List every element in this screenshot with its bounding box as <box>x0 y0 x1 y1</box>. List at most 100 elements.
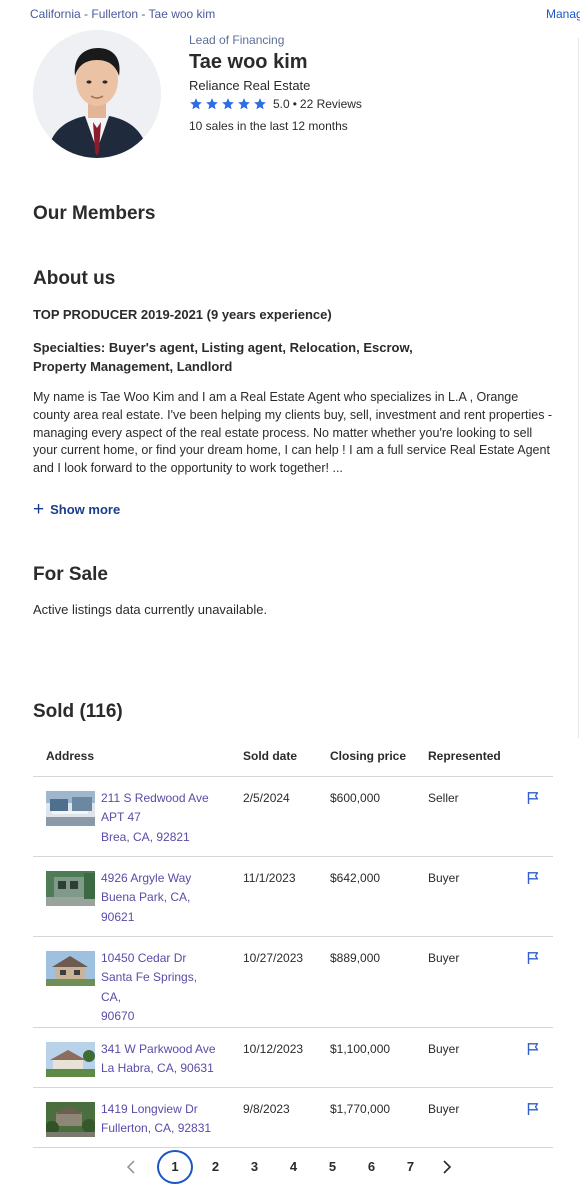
agent-avatar <box>33 30 161 158</box>
address-line: Brea, CA, 92821 <box>101 829 190 844</box>
column-represented[interactable]: Represented <box>428 742 526 777</box>
prev-page-button[interactable] <box>120 1150 142 1184</box>
sold-date: 2/5/2024 <box>243 776 330 857</box>
property-thumbnail[interactable] <box>46 1101 95 1137</box>
about-bio: My name is Tae Woo Kim and I am a Real E… <box>33 390 553 476</box>
sold-heading: Sold (116) <box>33 701 123 722</box>
address-line: APT 47 <box>101 810 141 824</box>
pagination: 1 2 3 4 5 6 7 <box>120 1150 458 1184</box>
address-line: 90621 <box>101 909 135 924</box>
agent-name: Tae woo kim <box>189 51 308 73</box>
flag-icon[interactable] <box>526 1042 540 1056</box>
sold-date: 10/12/2023 <box>243 1027 330 1088</box>
manage-link[interactable]: Manag <box>546 7 580 21</box>
flag-icon[interactable] <box>526 951 540 965</box>
property-thumbnail[interactable] <box>46 790 95 826</box>
page-2-button[interactable]: 2 <box>196 1150 235 1184</box>
sold-table: Address Sold date Closing price Represen… <box>33 742 553 1148</box>
table-row[interactable]: 10450 Cedar Dr Santa Fe Springs, CA, 906… <box>33 936 553 1028</box>
column-address[interactable]: Address <box>33 742 243 777</box>
property-thumbnail[interactable] <box>46 1041 95 1077</box>
producer-badge-text: TOP PRODUCER 2019-2021 (9 years experien… <box>33 307 332 322</box>
page-6-button[interactable]: 6 <box>352 1150 391 1184</box>
breadcrumb: California - Fullerton - Tae woo kim <box>30 7 215 21</box>
address-line: La Habra, CA, 90631 <box>101 1061 214 1075</box>
represented: Seller <box>428 776 526 857</box>
closing-price: $642,000 <box>330 856 428 937</box>
column-sold-date[interactable]: Sold date <box>243 742 330 777</box>
represented: Buyer <box>428 856 526 937</box>
table-row[interactable]: 211 S Redwood Ave APT 47 Brea, CA, 92821… <box>33 776 553 857</box>
flag-icon[interactable] <box>526 791 540 805</box>
star-icon <box>238 98 250 110</box>
sold-date: 10/27/2023 <box>243 936 330 1028</box>
for-sale-heading: For Sale <box>33 564 108 585</box>
flag-icon[interactable] <box>526 871 540 885</box>
address-link[interactable]: 341 W Parkwood Ave La Habra, CA, 90631 <box>101 1040 219 1079</box>
page-3-button[interactable]: 3 <box>235 1150 274 1184</box>
flag-cell <box>526 936 553 1028</box>
address-link[interactable]: 10450 Cedar Dr Santa Fe Springs, CA, 906… <box>101 949 219 1027</box>
property-thumbnail[interactable] <box>46 870 95 906</box>
address-cell: 341 W Parkwood Ave La Habra, CA, 90631 <box>33 1027 243 1088</box>
represented: Buyer <box>428 1087 526 1148</box>
address-line: 10450 Cedar Dr <box>101 950 187 965</box>
show-more-button[interactable]: + Show more <box>33 498 121 520</box>
address-line: 90670 <box>101 1009 135 1023</box>
breadcrumb-separator: - <box>80 7 92 21</box>
reviews-link[interactable]: 22 Reviews <box>300 97 362 111</box>
property-thumbnail[interactable] <box>46 950 95 986</box>
flag-cell <box>526 1087 553 1148</box>
column-closing-price[interactable]: Closing price <box>330 742 428 777</box>
star-icon <box>254 98 266 110</box>
page-5-button[interactable]: 5 <box>313 1150 352 1184</box>
closing-price: $1,770,000 <box>330 1087 428 1148</box>
about-heading: About us <box>33 268 116 289</box>
breadcrumb-agent: Tae woo kim <box>148 7 216 21</box>
chevron-right-icon <box>443 1160 452 1174</box>
represented: Buyer <box>428 936 526 1028</box>
closing-price: $889,000 <box>330 936 428 1028</box>
plus-icon: + <box>33 498 45 520</box>
rating-separator: • <box>292 97 297 111</box>
specialties-line-1: Specialties: Buyer's agent, Listing agen… <box>33 340 413 355</box>
address-link[interactable]: 211 S Redwood Ave APT 47 Brea, CA, 92821 <box>101 789 219 848</box>
column-flag <box>526 742 553 777</box>
sold-date: 9/8/2023 <box>243 1087 330 1148</box>
address-cell: 10450 Cedar Dr Santa Fe Springs, CA, 906… <box>33 936 243 1028</box>
for-sale-message: Active listings data currently unavailab… <box>33 602 268 617</box>
address-line: 341 W Parkwood Ave <box>101 1041 216 1056</box>
agent-rating[interactable]: 5.0 • 22 Reviews <box>189 97 362 111</box>
table-row[interactable]: 1419 Longview Dr Fullerton, CA, 92831 9/… <box>33 1087 553 1148</box>
address-line: Fullerton, CA, 92831 <box>101 1121 212 1135</box>
flag-cell <box>526 776 553 857</box>
flag-cell <box>526 1027 553 1088</box>
page-7-button[interactable]: 7 <box>391 1150 430 1184</box>
members-heading: Our Members <box>33 203 156 224</box>
next-page-button[interactable] <box>436 1150 458 1184</box>
rating-value: 5.0 <box>273 97 290 111</box>
rating-stars <box>189 97 267 111</box>
page-1-button[interactable]: 1 <box>157 1150 193 1184</box>
address-cell: 1419 Longview Dr Fullerton, CA, 92831 <box>33 1087 243 1148</box>
represented: Buyer <box>428 1027 526 1088</box>
address-line: 1419 Longview Dr <box>101 1101 198 1116</box>
address-link[interactable]: 1419 Longview Dr Fullerton, CA, 92831 <box>101 1100 219 1139</box>
breadcrumb-state[interactable]: California <box>30 7 81 21</box>
star-icon <box>206 98 218 110</box>
flag-cell <box>526 856 553 937</box>
page-4-button[interactable]: 4 <box>274 1150 313 1184</box>
sold-date: 11/1/2023 <box>243 856 330 937</box>
table-row[interactable]: 341 W Parkwood Ave La Habra, CA, 90631 1… <box>33 1027 553 1088</box>
address-cell: 4926 Argyle Way Buena Park, CA, 90621 <box>33 856 243 937</box>
agent-title: Lead of Financing <box>189 33 285 47</box>
agent-company: Reliance Real Estate <box>189 78 311 93</box>
closing-price: $1,100,000 <box>330 1027 428 1088</box>
show-more-label: Show more <box>50 502 121 517</box>
table-row[interactable]: 4926 Argyle Way Buena Park, CA, 90621 11… <box>33 856 553 937</box>
flag-icon[interactable] <box>526 1102 540 1116</box>
closing-price: $600,000 <box>330 776 428 857</box>
address-line: Santa Fe Springs, CA, <box>101 970 198 1004</box>
address-link[interactable]: 4926 Argyle Way Buena Park, CA, 90621 <box>101 869 219 928</box>
breadcrumb-city[interactable]: Fullerton <box>91 7 138 21</box>
